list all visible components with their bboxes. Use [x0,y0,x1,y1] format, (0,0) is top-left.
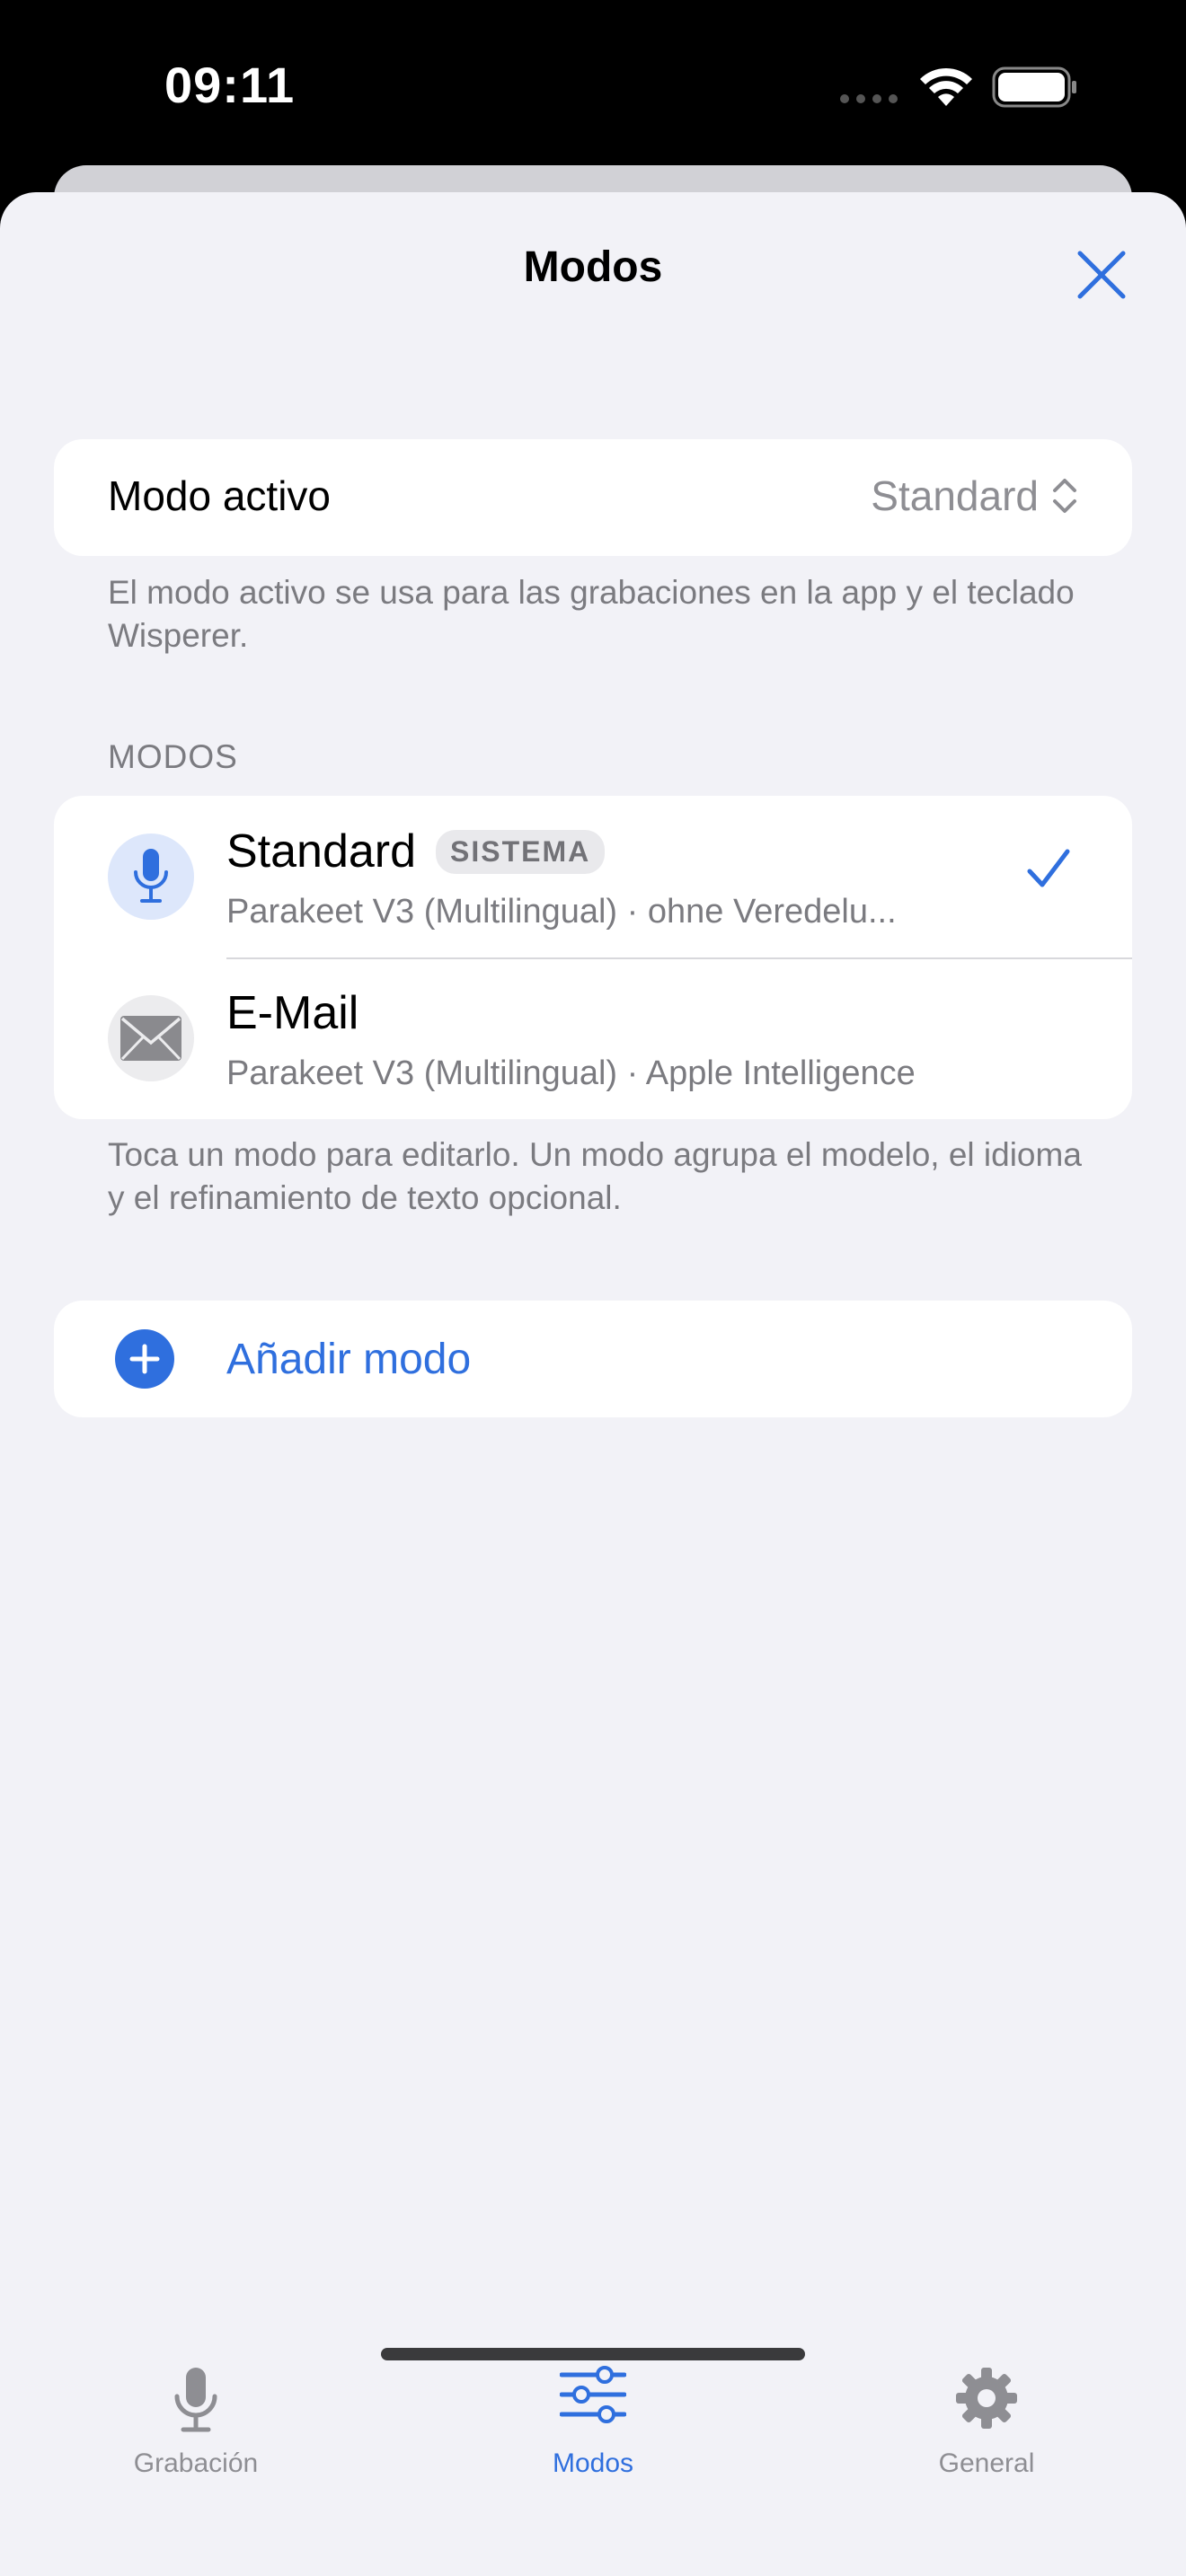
tab-modos[interactable]: Modos [485,2348,701,2492]
tab-icon-wrap [485,2366,701,2423]
modes-list: Standard SISTEMA Parakeet V3 (Multilingu… [54,796,1132,1119]
tab-label: Modos [552,2448,634,2478]
tab-general[interactable]: General [879,2348,1094,2492]
mode-icon-standard [108,834,194,920]
status-bar: 09:11 [0,0,1186,162]
active-mode-card: Modo activo Standard [54,439,1132,556]
mode-name: E-Mail [226,987,359,1039]
chevron-up-down-icon [1053,479,1076,513]
status-time: 09:11 [164,57,296,113]
mode-icon-email [108,995,194,1081]
home-indicator [381,2348,805,2360]
microphone-icon [134,849,168,903]
tab-label: General [938,2448,1035,2478]
microphone-icon [174,2368,217,2432]
active-mode-value: Standard [871,472,1039,519]
tab-grabacion[interactable]: Grabación [88,2348,304,2492]
checkmark-icon [1027,849,1070,887]
modes-footnote: Toca un modo para editarlo. Un modo agru… [108,1136,1082,1216]
tab-icon-wrap [88,2366,304,2434]
add-mode-button[interactable]: Añadir modo [54,1301,1132,1417]
mode-row-standard[interactable]: Standard SISTEMA Parakeet V3 (Multilingu… [54,796,1132,959]
active-mode-label: Modo activo [108,472,332,519]
mode-name-row: Standard SISTEMA [226,825,606,878]
mode-name-row: E-Mail [226,986,358,1040]
envelope-icon [120,1016,181,1061]
tab-icon-wrap [879,2366,1094,2430]
modes-sheet: Modos Modo activo Standard El modo activ… [0,192,1186,2576]
gear-icon [956,2368,1017,2429]
close-button[interactable] [1066,239,1137,311]
add-mode-label: Añadir modo [226,1336,472,1383]
system-badge: SISTEMA [436,829,606,874]
tab-bar: Grabación Modos General [0,2348,1186,2576]
wifi-icon [920,67,972,106]
sliders-icon [560,2366,626,2423]
modes-section-header: MODOS [108,738,238,775]
active-mode-footnote: El modo activo se usa para las grabacion… [108,574,1075,654]
active-mode-picker[interactable]: Standard [871,472,1078,520]
battery-icon [992,66,1076,108]
tab-label: Grabación [133,2448,259,2478]
plus-circle-icon [115,1329,174,1389]
mode-name: Standard [226,825,417,878]
close-icon [1077,251,1126,299]
mode-subtitle: Parakeet V3 (Multilingual) · ohne Verede… [226,893,897,931]
mode-subtitle: Parakeet V3 (Multilingual) · Apple Intel… [226,1054,916,1092]
mode-row-email[interactable]: E-Mail Parakeet V3 (Multilingual) · Appl… [54,957,1132,1119]
cellular-signal-icon [840,94,898,103]
page-title: Modos [523,243,663,291]
